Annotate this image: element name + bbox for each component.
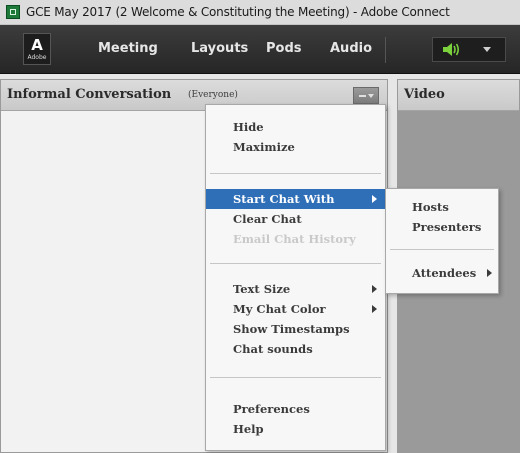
- menu-item-label: Hide: [233, 120, 264, 134]
- submenu-item-hosts[interactable]: Hosts: [386, 197, 498, 217]
- menu-item-label: Text Size: [233, 282, 291, 296]
- start-chat-with-submenu: Hosts Presenters Attendees: [385, 188, 499, 294]
- menu-item-text-size[interactable]: Text Size: [206, 279, 385, 299]
- menu-item-label: Maximize: [233, 140, 295, 154]
- video-pod-header: Video: [398, 80, 519, 111]
- menu-divider: [385, 37, 386, 63]
- chevron-down-icon: [368, 94, 374, 98]
- menu-item-maximize[interactable]: Maximize: [206, 137, 385, 157]
- menu-item-start-chat-with[interactable]: Start Chat With: [206, 189, 385, 209]
- submenu-item-label: Hosts: [412, 200, 449, 214]
- video-pod-title: Video: [404, 87, 445, 102]
- speaker-icon: [443, 43, 460, 56]
- submenu-arrow-icon: [372, 195, 377, 203]
- menu-divider: [210, 173, 381, 174]
- submenu-arrow-icon: [372, 285, 377, 293]
- menu-item-email-chat-history: Email Chat History: [206, 229, 385, 249]
- chevron-down-icon[interactable]: [483, 47, 491, 52]
- menu-item-label: Start Chat With: [233, 192, 335, 206]
- submenu-arrow-icon: [487, 269, 492, 277]
- submenu-item-attendees[interactable]: Attendees: [386, 263, 498, 283]
- menu-item-clear-chat[interactable]: Clear Chat: [206, 209, 385, 229]
- menu-item-label: My Chat Color: [233, 302, 326, 316]
- menu-item-my-chat-color[interactable]: My Chat Color: [206, 299, 385, 319]
- window-title: GCE May 2017 (2 Welcome & Constituting t…: [26, 5, 450, 19]
- menu-item-label: Show Timestamps: [233, 322, 350, 336]
- menu-item-label: Clear Chat: [233, 212, 302, 226]
- pod-options-icon: [359, 95, 366, 97]
- adobe-logo-mark: A: [31, 36, 43, 54]
- menu-item-preferences[interactable]: Preferences: [206, 399, 385, 419]
- menu-audio[interactable]: Audio: [330, 25, 372, 73]
- adobe-logo-text: Adobe: [27, 54, 47, 61]
- menu-divider: [390, 249, 494, 250]
- submenu-item-presenters[interactable]: Presenters: [386, 217, 498, 237]
- submenu-arrow-icon: [372, 305, 377, 313]
- audio-speaker-button[interactable]: [432, 37, 506, 62]
- menu-item-hide[interactable]: Hide: [206, 117, 385, 137]
- menu-item-show-timestamps[interactable]: Show Timestamps: [206, 319, 385, 339]
- pod-options-button[interactable]: [353, 87, 379, 104]
- menu-meeting[interactable]: Meeting: [98, 25, 158, 73]
- menu-bar: A Adobe Meeting Layouts Pods Audio: [0, 25, 520, 74]
- pod-options-menu: Hide Maximize Start Chat With Clear Chat…: [205, 104, 386, 451]
- menu-item-chat-sounds[interactable]: Chat sounds: [206, 339, 385, 359]
- menu-item-label: Help: [233, 422, 264, 436]
- adobe-logo: A Adobe: [23, 33, 51, 65]
- menu-item-help[interactable]: Help: [206, 419, 385, 439]
- window-title-bar: GCE May 2017 (2 Welcome & Constituting t…: [0, 0, 520, 25]
- adobe-connect-icon: [6, 5, 20, 19]
- menu-item-label: Chat sounds: [233, 342, 313, 356]
- menu-divider: [210, 377, 381, 378]
- menu-divider: [210, 263, 381, 264]
- menu-layouts[interactable]: Layouts: [191, 25, 248, 73]
- submenu-item-label: Presenters: [412, 220, 482, 234]
- menu-item-label: Email Chat History: [233, 232, 356, 246]
- chat-pod-title: Informal Conversation: [7, 87, 172, 102]
- submenu-item-label: Attendees: [412, 266, 477, 280]
- menu-pods[interactable]: Pods: [266, 25, 302, 73]
- menu-item-label: Preferences: [233, 402, 310, 416]
